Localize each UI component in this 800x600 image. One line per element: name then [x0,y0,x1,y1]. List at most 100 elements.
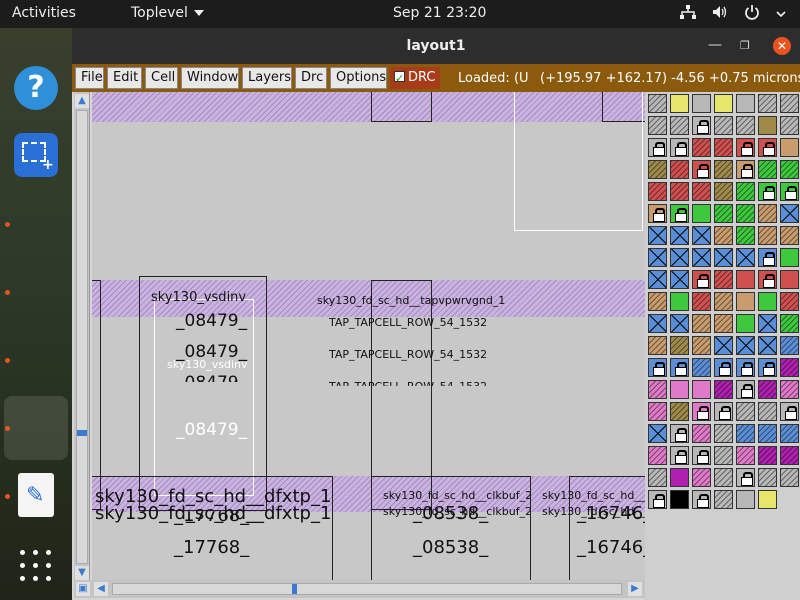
layer-swatch[interactable] [758,402,777,421]
layer-swatch[interactable] [736,292,755,311]
network-icon[interactable] [680,5,696,23]
window-titlebar[interactable]: layout1 — ❐ ✕ [72,28,800,64]
layer-swatch[interactable] [648,424,667,443]
scroll-up-icon[interactable]: ▲ [75,94,89,108]
layer-swatch[interactable] [780,182,799,201]
layer-swatch[interactable] [758,314,777,333]
layer-swatch[interactable] [780,248,799,267]
menu-options[interactable]: Options [330,67,387,89]
layer-swatch[interactable] [780,292,799,311]
layer-swatch[interactable] [670,336,689,355]
layer-swatch[interactable] [780,160,799,179]
layer-swatch[interactable] [736,446,755,465]
layer-swatch[interactable] [714,358,733,377]
power-icon[interactable] [744,4,760,24]
layer-swatch[interactable] [714,160,733,179]
layer-swatch[interactable] [780,336,799,355]
scroll-thumb[interactable] [77,430,87,436]
layer-swatch[interactable] [736,490,755,509]
layer-swatch[interactable] [670,468,689,487]
layer-swatch[interactable] [692,380,711,399]
layer-swatch[interactable] [780,270,799,289]
layer-swatch[interactable] [780,94,799,113]
layer-swatch[interactable] [692,116,711,135]
layer-swatch[interactable] [736,182,755,201]
layer-swatch[interactable] [648,336,667,355]
layer-swatch[interactable] [780,468,799,487]
layer-swatch[interactable] [736,402,755,421]
layer-swatch[interactable] [758,160,777,179]
layer-swatch[interactable] [670,226,689,245]
menu-layers[interactable]: Layers [242,67,292,89]
layer-swatch[interactable] [670,94,689,113]
layer-swatch[interactable] [670,204,689,223]
layer-swatch[interactable] [714,204,733,223]
volume-icon[interactable] [712,5,728,23]
scroll-track[interactable] [112,583,622,595]
active-app-highlight[interactable] [4,396,68,460]
layer-swatch[interactable] [714,402,733,421]
layer-swatch[interactable] [692,468,711,487]
help-app-icon[interactable]: ? [14,66,58,110]
layer-swatch[interactable] [692,424,711,443]
scroll-thumb[interactable] [292,584,297,594]
layer-swatch[interactable] [714,248,733,267]
layer-swatch[interactable] [692,226,711,245]
layer-swatch[interactable] [692,358,711,377]
layer-swatch[interactable] [714,468,733,487]
layer-swatch[interactable] [670,380,689,399]
menu-file[interactable]: File [75,67,104,89]
layer-swatch[interactable] [780,314,799,333]
layer-swatch[interactable] [648,380,667,399]
layer-swatch[interactable] [758,270,777,289]
layer-swatch[interactable] [648,182,667,201]
layer-swatch[interactable] [758,468,777,487]
layer-swatch[interactable] [714,226,733,245]
clock[interactable]: Sep 21 23:20 [393,5,486,21]
menu-cell[interactable]: Cell [145,67,178,89]
layer-swatch[interactable] [692,204,711,223]
layer-swatch[interactable] [670,270,689,289]
layer-swatch[interactable] [780,446,799,465]
layer-swatch[interactable] [692,160,711,179]
layer-swatch[interactable] [714,380,733,399]
layer-swatch[interactable] [670,358,689,377]
layer-swatch[interactable] [670,424,689,443]
scroll-right-icon[interactable]: ▶ [628,582,642,596]
layer-swatch[interactable] [670,160,689,179]
horizontal-scrollbar[interactable]: ▣ ◀ ▶ [74,580,645,598]
text-editor-app-icon[interactable]: ✎ [18,473,54,517]
layer-swatch[interactable] [758,182,777,201]
layer-swatch[interactable] [736,204,755,223]
layer-swatch[interactable] [648,248,667,267]
menu-window[interactable]: Window [181,67,239,89]
layer-swatch[interactable] [670,402,689,421]
layer-swatch[interactable] [648,402,667,421]
layer-swatch[interactable] [780,358,799,377]
layer-swatch[interactable] [692,314,711,333]
layer-swatch[interactable] [670,248,689,267]
layer-swatch[interactable] [648,490,667,509]
layer-swatch[interactable] [780,402,799,421]
layer-swatch[interactable] [736,424,755,443]
layer-swatch[interactable] [714,270,733,289]
layer-swatch[interactable] [780,138,799,157]
layer-swatch[interactable] [670,116,689,135]
layer-swatch[interactable] [758,248,777,267]
screenshot-app-icon[interactable]: + [14,133,58,177]
layer-swatch[interactable] [758,358,777,377]
layer-swatch[interactable] [692,94,711,113]
layer-swatch[interactable] [714,292,733,311]
layer-swatch[interactable] [736,138,755,157]
layer-swatch[interactable] [692,248,711,267]
layer-swatch[interactable] [736,248,755,267]
layer-swatch[interactable] [758,380,777,399]
menu-drc[interactable]: Drc [295,67,327,89]
layer-swatch[interactable] [648,138,667,157]
layer-swatch[interactable] [648,204,667,223]
layer-swatch[interactable] [648,314,667,333]
scroll-down-icon[interactable]: ▼ [75,566,89,580]
layer-swatch[interactable] [736,94,755,113]
chevron-down-icon[interactable] [776,6,786,22]
layer-swatch[interactable] [692,292,711,311]
